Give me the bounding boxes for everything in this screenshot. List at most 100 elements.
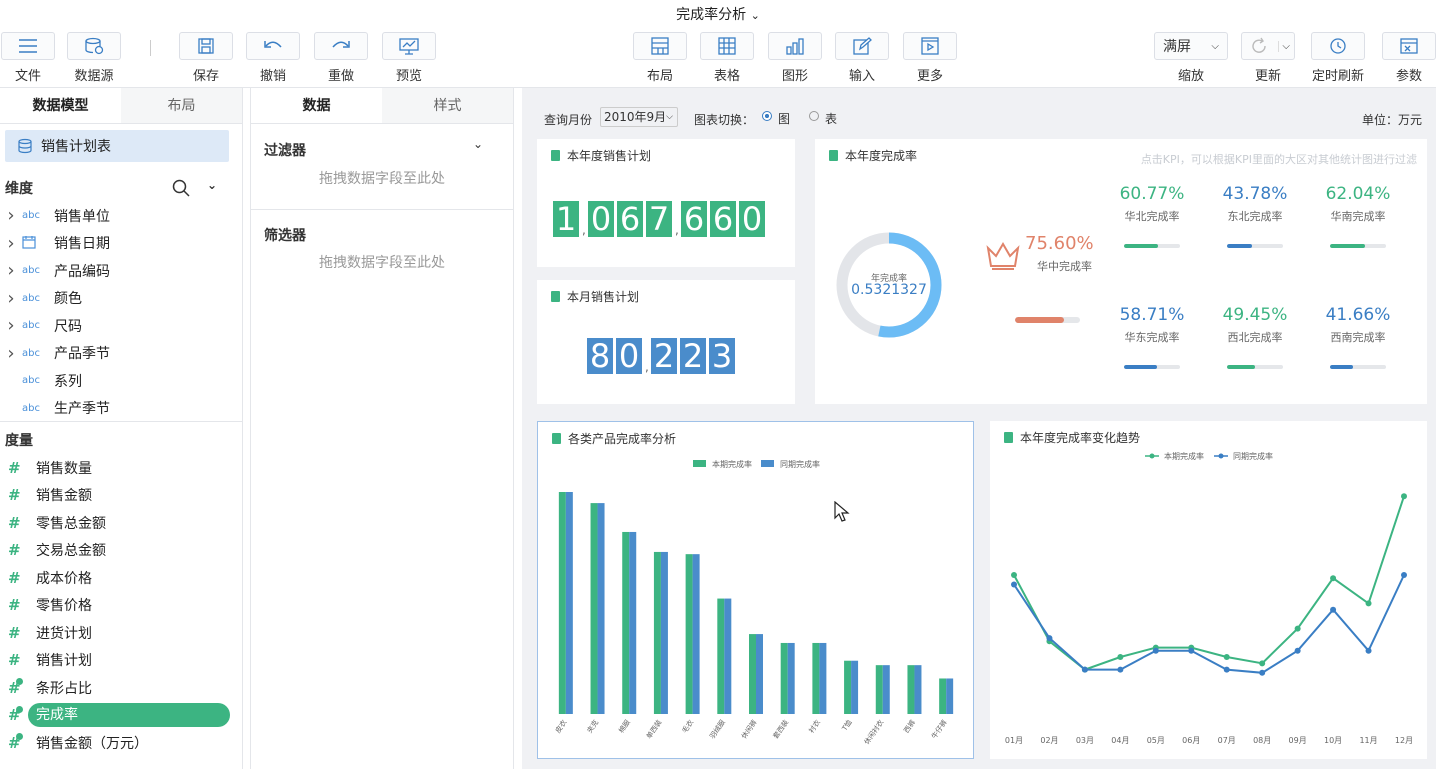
tab-style[interactable]: 样式 <box>382 88 513 123</box>
data-point[interactable] <box>1401 493 1407 500</box>
zoom-dropdown[interactable]: 满屏 ⌵ <box>1154 32 1228 60</box>
dimension-item[interactable]: › 销售日期 <box>0 230 242 258</box>
measure-item[interactable]: # 成本价格 <box>0 564 242 592</box>
title-bar[interactable]: 完成率分析 ⌄ <box>0 0 1436 30</box>
measure-item[interactable]: # 进货计划 <box>0 619 242 647</box>
measure-item[interactable]: # 销售数量 <box>0 454 242 482</box>
data-point[interactable] <box>1046 635 1053 642</box>
tab-layout[interactable]: 布局 <box>121 88 242 123</box>
chart-button[interactable]: 图形 <box>767 32 823 84</box>
bar[interactable] <box>622 531 630 714</box>
data-point[interactable] <box>1011 581 1017 588</box>
data-point[interactable] <box>1365 647 1372 654</box>
measure-item[interactable]: # 零售价格 <box>0 592 242 620</box>
data-point[interactable] <box>1223 654 1230 661</box>
dimension-item[interactable]: › abc 尺码 <box>0 312 242 340</box>
bar[interactable] <box>819 642 827 714</box>
trend-card[interactable]: 本年度完成率变化趋势 本期完成率 同期完成率 01月 02月 03月 04月 05月 06月 0… <box>990 421 1427 759</box>
bar[interactable] <box>780 642 788 714</box>
more-button[interactable]: 更多 <box>902 32 958 84</box>
bar[interactable] <box>875 665 883 714</box>
measure-item[interactable]: # 销售金额（万元） <box>0 729 242 757</box>
chevron-right-icon[interactable]: › <box>0 288 22 309</box>
layout-button[interactable]: 布局 <box>632 32 688 84</box>
query-month-select[interactable]: 2010年9月 ⌵ <box>600 107 678 127</box>
kpi-item[interactable]: 43.78% 东北完成率 <box>1210 184 1300 248</box>
bar[interactable] <box>692 554 700 714</box>
data-point[interactable] <box>1188 647 1195 654</box>
bar[interactable] <box>558 492 566 714</box>
bar[interactable] <box>565 492 573 714</box>
data-point[interactable] <box>1365 600 1372 607</box>
bar[interactable] <box>787 642 795 714</box>
bar[interactable] <box>660 551 668 714</box>
redo-button[interactable]: 重做 <box>313 32 369 84</box>
datasource-button[interactable]: 数据源 <box>66 32 122 84</box>
bar[interactable] <box>685 554 693 714</box>
data-point[interactable] <box>1081 666 1088 673</box>
dimension-item[interactable]: abc 生产季节 <box>0 395 242 422</box>
kpi-item[interactable]: 60.77% 华北完成率 <box>1107 184 1197 248</box>
year-plan-card[interactable]: 本年度销售计划 1,067,660 <box>537 139 795 267</box>
measure-item[interactable]: # 条形占比 <box>0 674 242 702</box>
line-chart[interactable]: 本期完成率 同期完成率 01月 02月 03月 04月 05月 06月 07月 08月 09月 10月… <box>990 451 1427 759</box>
timer-refresh-button[interactable]: 定时刷新 <box>1310 32 1366 84</box>
kpi-item[interactable]: 41.66% 西南完成率 <box>1313 305 1403 369</box>
data-point[interactable] <box>1294 625 1301 632</box>
dimension-item[interactable]: › abc 产品季节 <box>0 340 242 368</box>
filter-header[interactable]: 过滤器 ⌄ <box>251 124 513 176</box>
data-point[interactable] <box>1011 572 1017 579</box>
bar-chart[interactable]: 本期完成率 同期完成率皮衣 夹克 棉服 单西装 毛衣 羽绒服 休闲裤 套西装 衬衣 T恤 休闲衬衣 西裤… <box>538 452 973 758</box>
dimension-item[interactable]: › abc 产品编码 <box>0 257 242 285</box>
bar[interactable] <box>749 634 756 714</box>
data-point[interactable] <box>1330 575 1337 582</box>
bar[interactable] <box>717 598 725 714</box>
completion-gauge[interactable]: 年完成率 0.5321327 <box>833 229 945 341</box>
bar[interactable] <box>946 678 954 714</box>
bar[interactable] <box>939 678 947 714</box>
tab-data[interactable]: 数据 <box>251 88 382 123</box>
dimension-item[interactable]: abc 系列 <box>0 367 242 395</box>
data-point[interactable] <box>1223 666 1230 673</box>
report-title[interactable]: 完成率分析 <box>676 7 746 23</box>
refresh-button[interactable]: ⌵ 更新 <box>1240 32 1296 84</box>
chevron-down-icon[interactable]: ⌄ <box>751 9 760 22</box>
data-point[interactable] <box>1259 660 1266 667</box>
bar[interactable] <box>653 551 661 714</box>
chevron-right-icon[interactable]: › <box>0 315 22 336</box>
chevron-right-icon[interactable]: › <box>0 343 22 364</box>
radio-chart[interactable] <box>762 111 772 121</box>
dimension-item[interactable]: › abc 销售单位 <box>0 202 242 230</box>
tab-data-model[interactable]: 数据模型 <box>0 88 121 123</box>
params-button[interactable]: 参数 <box>1381 32 1436 84</box>
kpi-huazhong[interactable]: 75.60% 华中完成率 <box>1025 233 1115 274</box>
series-line[interactable] <box>1013 574 1405 674</box>
chevron-right-icon[interactable]: › <box>0 205 22 226</box>
zoom-select[interactable]: 满屏 ⌵ 缩放 <box>1154 32 1228 84</box>
input-button[interactable]: 输入 <box>834 32 890 84</box>
data-point[interactable] <box>1117 666 1124 673</box>
month-plan-card[interactable]: 本月销售计划 80,223 <box>537 280 795 404</box>
measure-item[interactable]: # 交易总金额 <box>0 537 242 565</box>
bar[interactable] <box>851 660 859 714</box>
chevron-down-icon[interactable]: ⌵ <box>1278 40 1290 52</box>
bar[interactable] <box>844 660 852 714</box>
series-line[interactable] <box>1013 495 1405 671</box>
measure-item[interactable]: # 销售金额 <box>0 482 242 510</box>
data-point[interactable] <box>1330 606 1337 613</box>
bar[interactable] <box>907 665 915 714</box>
search-icon[interactable] <box>172 179 190 197</box>
data-point[interactable] <box>1117 654 1124 661</box>
measure-item[interactable]: # 销售计划 <box>0 647 242 675</box>
data-point[interactable] <box>1259 669 1266 676</box>
radio-table[interactable] <box>809 111 819 121</box>
bar[interactable] <box>724 598 732 714</box>
bar[interactable] <box>914 665 922 714</box>
kpi-item[interactable]: 62.04% 华南完成率 <box>1313 184 1403 248</box>
bar[interactable] <box>629 531 637 714</box>
bar[interactable] <box>597 503 605 714</box>
kpi-item[interactable]: 58.71% 华东完成率 <box>1107 305 1197 369</box>
preview-button[interactable]: 预览 <box>381 32 437 84</box>
undo-button[interactable]: 撤销 <box>245 32 301 84</box>
chevron-down-icon[interactable]: ⌄ <box>207 178 217 192</box>
